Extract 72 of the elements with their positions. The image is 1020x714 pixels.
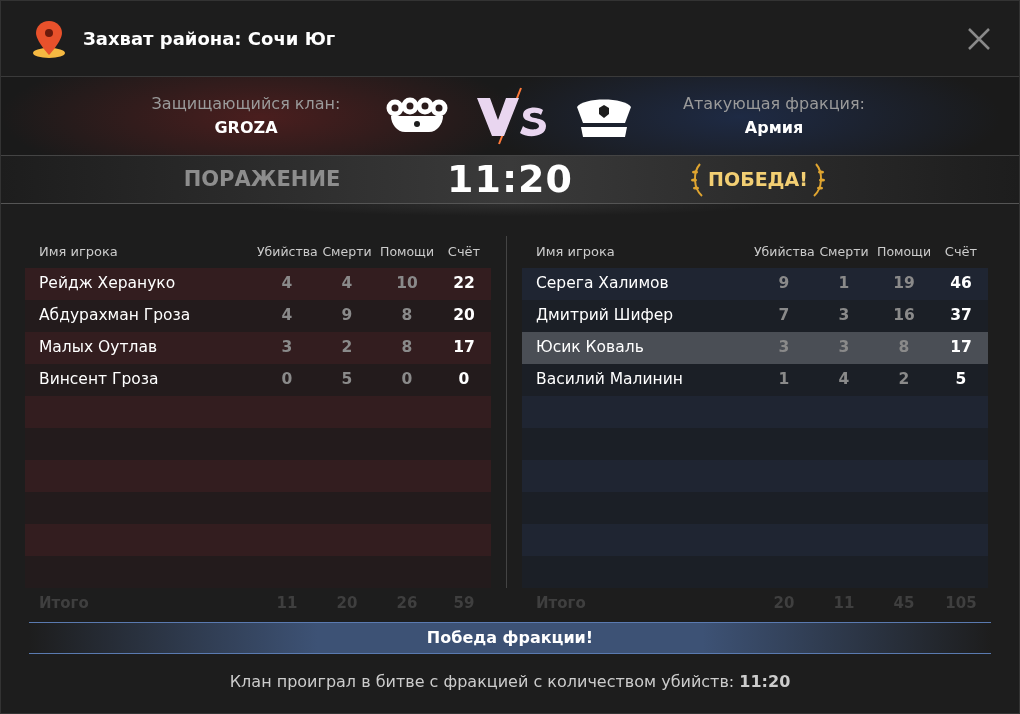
victory-banner: Победа фракции!	[29, 622, 991, 654]
deaths-value: 3	[837, 337, 851, 359]
deaths-value: 4	[340, 273, 354, 295]
score-value: 20	[452, 305, 476, 327]
column-header: Имя игрока	[535, 243, 616, 262]
column-header: Счёт	[446, 243, 482, 262]
deaths-value: 4	[837, 369, 851, 391]
column-header: Имя игрока	[38, 243, 119, 262]
deaths-value: 1	[837, 273, 851, 295]
close-icon[interactable]	[967, 26, 991, 51]
kills-value: 4	[280, 305, 294, 327]
defender-name: GROZA	[214, 117, 278, 139]
assists-value: 0	[400, 369, 414, 391]
attacker-label: Атакующая фракция:	[683, 93, 865, 115]
column-header: Убийства	[257, 242, 317, 261]
player-row[interactable]: Серега Халимов 9 1 19 46	[522, 268, 988, 300]
player-row[interactable]: Рейдж Херануко 4 4 10 22	[25, 268, 491, 300]
player-row[interactable]: Дмитрий Шифер 7 3 16 37	[522, 300, 988, 332]
map-pin-icon	[31, 18, 67, 59]
column-header: Помощи	[379, 242, 435, 261]
kills-value: 9	[777, 273, 791, 295]
deaths-value: 2	[340, 337, 354, 359]
player-row[interactable]: Абдурахман Гроза 4 9 8 20	[25, 300, 491, 332]
deaths-value: 9	[340, 305, 354, 327]
kills-value: 7	[777, 305, 791, 327]
score-value: 0	[457, 369, 471, 391]
window-title: Захват района: Сочи Юг	[83, 27, 336, 51]
kills-value: 3	[777, 337, 791, 359]
assists-value: 16	[892, 305, 916, 327]
assists-value: 8	[400, 337, 414, 359]
score-value: 46	[949, 273, 973, 295]
player-row[interactable]: Винсент Гроза 0 5 0 0	[25, 364, 491, 396]
defender-label: Защищающийся клан:	[151, 93, 341, 115]
assists-value: 8	[897, 337, 911, 359]
kills-value: 0	[280, 369, 294, 391]
score-value: 17	[452, 337, 476, 359]
assists-value: 8	[400, 305, 414, 327]
kills-value: 3	[280, 337, 294, 359]
player-name: Рейдж Херануко	[38, 273, 177, 295]
column-header: Смерти	[818, 242, 870, 261]
player-name: Юсик Коваль	[535, 337, 645, 359]
player-name: Серега Халимов	[535, 273, 670, 295]
deaths-value: 3	[837, 305, 851, 327]
result-label: ПОБЕДА!	[708, 167, 808, 193]
match-score: 11:20	[446, 156, 574, 203]
attacker-name: Армия	[744, 117, 804, 139]
player-name: Малых Оутлав	[38, 337, 159, 359]
score-value: 22	[452, 273, 476, 295]
column-header: Помощи	[876, 242, 932, 261]
assists-value: 19	[892, 273, 916, 295]
column-header: Счёт	[943, 243, 979, 262]
laurel-icon	[690, 161, 705, 198]
score-value: 17	[949, 337, 973, 359]
column-header: Смерти	[321, 242, 373, 261]
column-header: Убийства	[754, 242, 814, 261]
kills-value: 4	[280, 273, 294, 295]
player-row[interactable]: Юсик Коваль 3 3 8 17	[522, 332, 988, 364]
laurel-icon	[811, 161, 826, 198]
deaths-value: 5	[340, 369, 354, 391]
player-name: Абдурахман Гроза	[38, 305, 192, 327]
player-name: Василий Малинин	[535, 369, 684, 391]
player-name: Дмитрий Шифер	[535, 305, 675, 327]
result-message: Клан проиграл в битве с фракцией с количеством убийств: 11:20	[229, 671, 791, 693]
assists-value: 2	[897, 369, 911, 391]
player-name: Винсент Гроза	[38, 369, 160, 391]
kills-value: 1	[777, 369, 791, 391]
result-label: ПОРАЖЕНИЕ	[182, 165, 342, 193]
player-row[interactable]: Василий Малинин 1 4 2 5	[522, 364, 988, 396]
assists-value: 10	[395, 273, 419, 295]
score-value: 37	[949, 305, 973, 327]
score-value: 5	[954, 369, 968, 391]
player-row[interactable]: Малых Оутлав 3 2 8 17	[25, 332, 491, 364]
